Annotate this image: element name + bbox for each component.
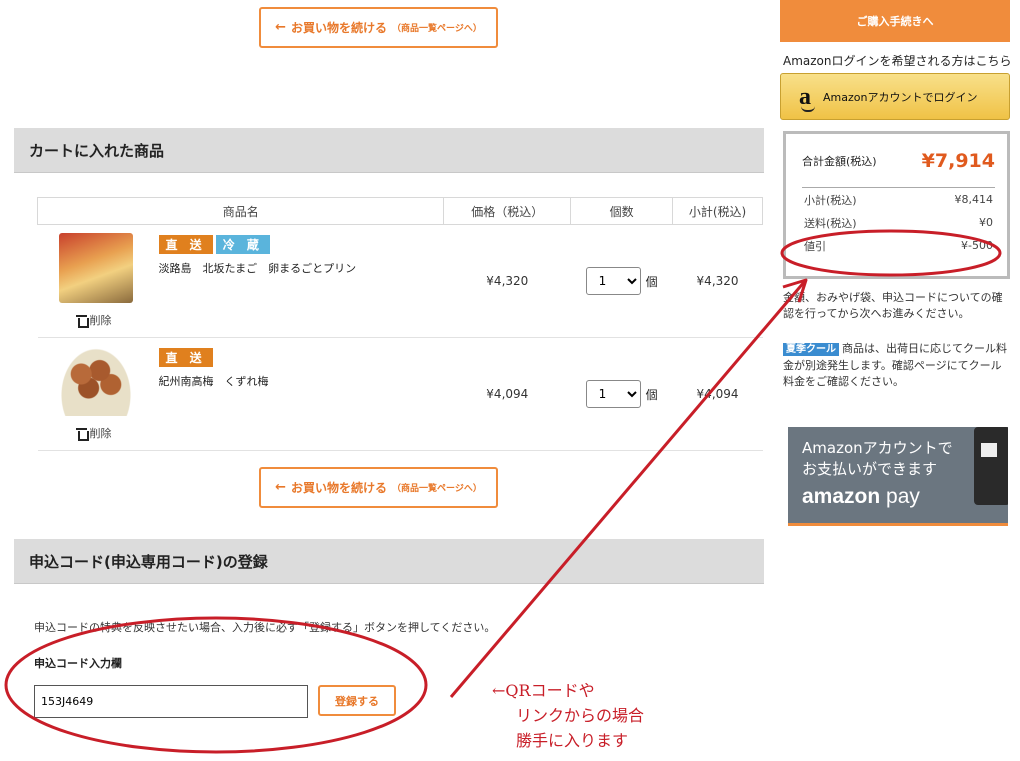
product-subtotal: ¥4,320 <box>672 224 763 338</box>
qty-unit: 個 <box>645 274 658 289</box>
summary-row-subtotal: 小計(税込) ¥8,414 <box>804 193 993 207</box>
cart-section-title: カートに入れた商品 <box>14 128 764 173</box>
summer-cool-badge: 夏季クール <box>783 343 839 356</box>
product-price: ¥4,094 <box>443 337 571 451</box>
register-button[interactable]: 登録する <box>318 685 396 716</box>
code-input-label: 申込コード入力欄 <box>34 657 122 670</box>
order-summary: 合計金額(税込) ¥7,914 小計(税込) ¥8,414 送料(税込) ¥0 値引… <box>783 131 1010 279</box>
product-name[interactable]: 紀州南高梅 くずれ梅 <box>159 373 269 389</box>
continue-shopping-button-bottom[interactable]: ← お買い物を続ける （商品一覧ページへ） <box>259 467 498 508</box>
table-row: 削除 直 送 冷 蔵 淡路島 北坂たまご 卵まるごとプリン ¥4,320 1 個… <box>37 224 763 338</box>
direct-ship-badge: 直 送 <box>158 235 213 254</box>
refrigerated-badge: 冷 蔵 <box>215 235 270 254</box>
amazon-login-button[interactable]: a Amazonアカウントでログイン <box>780 73 1010 120</box>
product-image-pudding[interactable] <box>58 233 133 303</box>
product-name[interactable]: 淡路島 北坂たまご 卵まるごとプリン <box>159 260 357 276</box>
delete-button[interactable]: 削除 <box>75 312 112 328</box>
total-label: 合計金額(税込) <box>802 154 877 168</box>
continue-shopping-sub: （商品一覧ページへ） <box>392 484 482 494</box>
product-cell: 削除 直 送 紀州南高梅 くずれ梅 <box>37 337 444 451</box>
continue-shopping-label: お買い物を続ける <box>291 481 388 495</box>
code-note: 申込コードの特典を反映させたい場合、入力後に必ず「登録する」ボタンを押してくださ… <box>34 621 496 634</box>
amazon-logo-icon: a <box>799 83 815 112</box>
confirm-note: 金額、おみやげ袋、申込コードについての確認を行ってから次へお進みください。 <box>783 291 1003 320</box>
code-section-title: 申込コード(申込専用コード)の登録 <box>14 539 764 584</box>
phone-icon <box>974 427 1008 505</box>
product-price: ¥4,320 <box>443 224 571 338</box>
continue-shopping-button-top[interactable]: ← お買い物を続ける （商品一覧ページへ） <box>259 7 498 48</box>
summary-row-shipping: 送料(税込) ¥0 <box>804 216 993 230</box>
product-cell: 削除 直 送 冷 蔵 淡路島 北坂たまご 卵まるごとプリン <box>37 224 444 338</box>
amazon-pay-banner[interactable]: Amazonアカウントで お支払いができます amazon pay <box>788 427 1008 526</box>
qty-unit: 個 <box>645 387 658 402</box>
trash-icon <box>75 314 89 328</box>
header-subtotal: 小計(税込) <box>672 197 763 225</box>
header-product: 商品名 <box>36 197 445 225</box>
continue-shopping-sub: （商品一覧ページへ） <box>392 24 482 34</box>
amazon-pay-line-1: Amazonアカウントで <box>802 439 953 457</box>
amazon-login-hint: Amazonログインを希望される方はこちら <box>783 54 1012 68</box>
annotation-line-2: リンクからの場合 <box>516 706 645 725</box>
cart-table-header: 商品名 価格（税込） 個数 小計(税込) <box>36 197 763 225</box>
header-qty: 個数 <box>570 197 674 225</box>
quantity-select[interactable]: 1 <box>585 380 641 408</box>
checkout-button[interactable]: ご購入手続きへ <box>780 0 1010 42</box>
summary-row-discount: 値引 ¥-500 <box>804 239 993 253</box>
annotation-line-1: ←QRコードや <box>492 681 595 700</box>
quantity-select[interactable]: 1 <box>585 267 641 295</box>
annotation-line-3: 勝手に入ります <box>516 731 629 750</box>
code-input[interactable] <box>34 685 308 718</box>
arrow-left-icon: ← <box>275 20 287 35</box>
direct-ship-badge: 直 送 <box>158 348 213 367</box>
delete-button[interactable]: 削除 <box>75 425 112 441</box>
amazon-pay-line-2: お支払いができます <box>802 460 938 478</box>
header-price: 価格（税込） <box>443 197 572 225</box>
product-image-ume[interactable] <box>58 346 133 416</box>
amazon-login-label: Amazonアカウントでログイン <box>823 90 978 104</box>
continue-shopping-label: お買い物を続ける <box>291 21 388 35</box>
cart-table: 商品名 価格（税込） 個数 小計(税込) 削除 直 送 冷 蔵 淡路島 北坂たま… <box>36 197 763 451</box>
product-subtotal: ¥4,094 <box>672 337 763 451</box>
total-value: ¥7,914 <box>921 149 995 172</box>
amazon-pay-logo: amazon pay <box>802 485 920 508</box>
table-row: 削除 直 送 紀州南高梅 くずれ梅 ¥4,094 1 個 ¥4,094 <box>37 337 763 451</box>
cool-note: 夏季クール 商品は、出荷日に応じてクール料金が別途発生します。確認ページにてクール… <box>783 341 1011 390</box>
arrow-left-icon: ← <box>275 480 287 495</box>
trash-icon <box>75 427 89 441</box>
